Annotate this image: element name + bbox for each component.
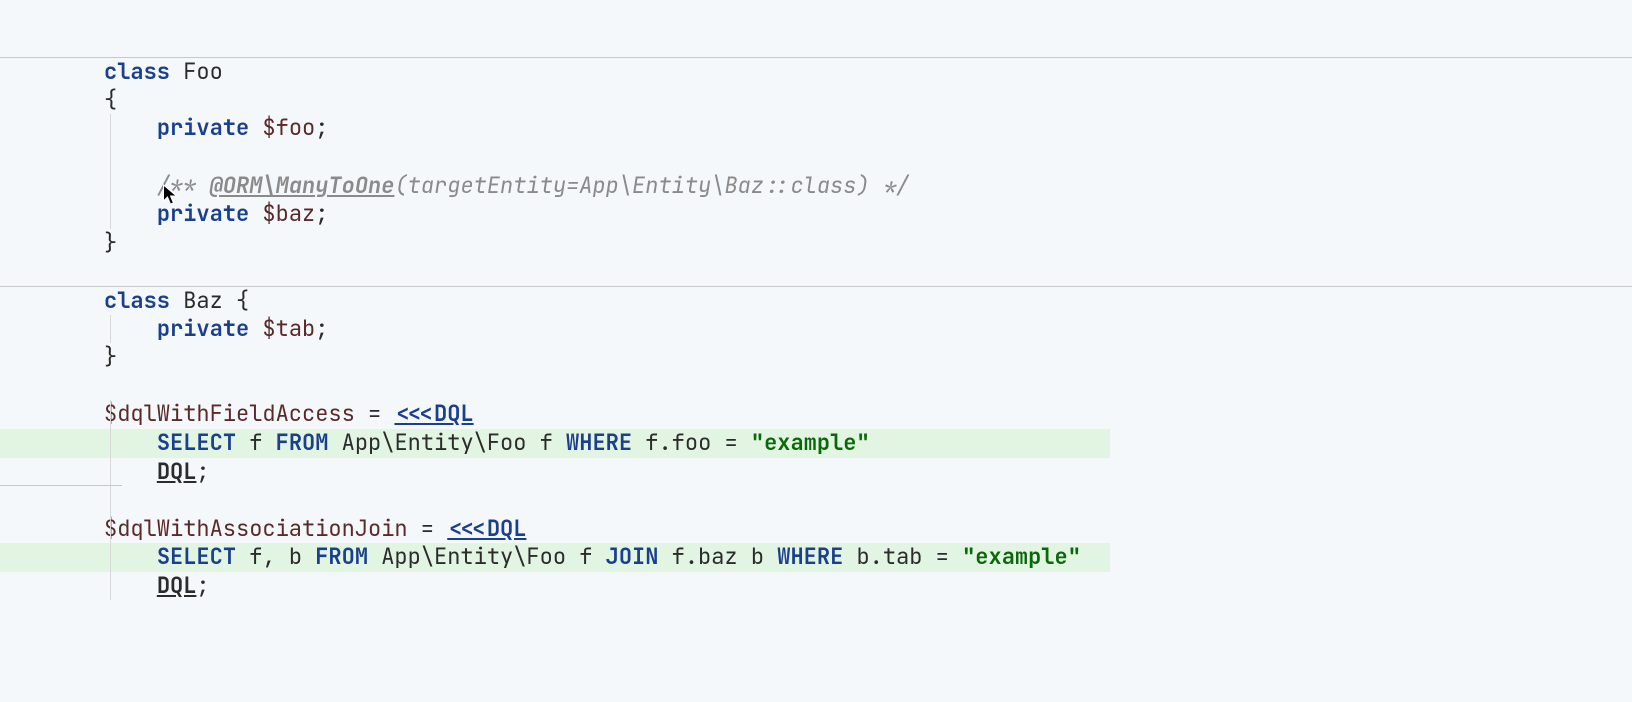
code-token <box>104 314 157 343</box>
code-token: private <box>157 113 249 142</box>
indent-guide <box>110 400 111 429</box>
code-token: $dqlWithFieldAccess <box>104 399 355 428</box>
code-token: f.foo = <box>632 428 751 457</box>
code-token: { <box>104 85 117 114</box>
code-token <box>249 199 262 228</box>
code-line[interactable]: class Foo <box>0 57 1632 86</box>
code-token: ; <box>315 113 328 142</box>
code-token: /** <box>157 171 210 200</box>
code-token <box>104 171 157 200</box>
code-line[interactable] <box>0 29 1632 58</box>
indent-guide <box>110 486 111 515</box>
code-line[interactable] <box>0 486 1632 515</box>
code-line[interactable]: $dqlWithAssociationJoin = <<<DQL <box>0 515 1632 544</box>
code-token: class <box>104 57 170 86</box>
code-line[interactable]: } <box>0 229 1632 258</box>
code-line[interactable]: DQL; <box>0 572 1632 601</box>
code-line[interactable]: private $tab; <box>0 315 1632 344</box>
code-token: SELECT <box>157 428 236 457</box>
code-token: ; <box>196 571 209 600</box>
code-token: FROM <box>315 542 368 571</box>
code-token: = <box>355 399 395 428</box>
indent-guide <box>110 172 111 201</box>
code-token: b.tab = <box>843 542 962 571</box>
code-token: f <box>236 428 276 457</box>
code-line[interactable] <box>0 143 1632 172</box>
code-token: "example" <box>751 428 870 457</box>
code-token <box>104 457 157 486</box>
code-token: ; <box>315 314 328 343</box>
code-token <box>104 428 157 457</box>
code-token <box>104 199 157 228</box>
code-token: DQL <box>157 457 197 486</box>
code-line[interactable]: class Baz { <box>0 286 1632 315</box>
code-token: f.baz b <box>658 542 777 571</box>
indent-guide <box>110 200 111 229</box>
code-token: private <box>157 199 249 228</box>
code-token: f, b <box>236 542 315 571</box>
code-token <box>104 571 157 600</box>
code-token: FROM <box>276 428 329 457</box>
code-token: ; <box>196 457 209 486</box>
code-token: } <box>104 228 117 257</box>
code-token: $baz <box>262 199 315 228</box>
code-token <box>249 314 262 343</box>
code-token <box>104 542 157 571</box>
code-line[interactable]: { <box>0 86 1632 115</box>
code-token: $tab <box>262 314 315 343</box>
code-line[interactable]: SELECT f, b FROM App\Entity\Foo f JOIN f… <box>0 543 1632 572</box>
code-line[interactable] <box>0 0 1632 29</box>
code-token: App\Entity\Foo f <box>328 428 566 457</box>
code-line[interactable]: /** @ORM\ManyToOne(targetEntity=App\Enti… <box>0 172 1632 201</box>
code-line[interactable]: DQL; <box>0 458 1632 487</box>
code-line[interactable]: private $baz; <box>0 200 1632 229</box>
code-token: SELECT <box>157 542 236 571</box>
indent-guide <box>110 143 111 172</box>
code-token: class <box>104 286 170 315</box>
code-token: <<<DQL <box>447 514 526 543</box>
code-token: = <box>408 514 448 543</box>
code-line[interactable]: $dqlWithFieldAccess = <<<DQL <box>0 400 1632 429</box>
code-token: @ORM\ManyToOne <box>210 171 395 200</box>
code-token: DQL <box>157 571 197 600</box>
indent-guide <box>110 429 111 458</box>
code-token: } <box>104 342 117 371</box>
code-line[interactable]: private $foo; <box>0 114 1632 143</box>
code-token <box>249 113 262 142</box>
code-token: (targetEntity=App\Entity\Baz::class) */ <box>394 171 909 200</box>
indent-guide <box>110 114 111 143</box>
code-token: Foo <box>170 57 223 86</box>
indent-guide <box>110 458 111 487</box>
code-line[interactable]: } <box>0 343 1632 372</box>
code-token: ; <box>315 199 328 228</box>
code-token: Baz { <box>170 286 249 315</box>
code-token: WHERE <box>777 542 843 571</box>
code-line[interactable]: SELECT f FROM App\Entity\Foo f WHERE f.f… <box>0 429 1632 458</box>
code-token: $foo <box>262 113 315 142</box>
indent-guide <box>110 315 111 344</box>
indent-guide <box>110 515 111 544</box>
code-token: App\Entity\Foo f <box>368 542 606 571</box>
code-token: private <box>157 314 249 343</box>
code-token: JOIN <box>606 542 659 571</box>
code-token: "example" <box>962 542 1081 571</box>
code-token: WHERE <box>566 428 632 457</box>
code-editor[interactable]: class Foo{ private $foo; /** @ORM\ManyTo… <box>0 0 1632 600</box>
code-line[interactable] <box>0 257 1632 286</box>
indent-guide <box>110 572 111 601</box>
code-token: <<<DQL <box>394 399 473 428</box>
indent-guide <box>110 543 111 572</box>
code-token: $dqlWithAssociationJoin <box>104 514 408 543</box>
code-token <box>104 113 157 142</box>
code-line[interactable] <box>0 372 1632 401</box>
